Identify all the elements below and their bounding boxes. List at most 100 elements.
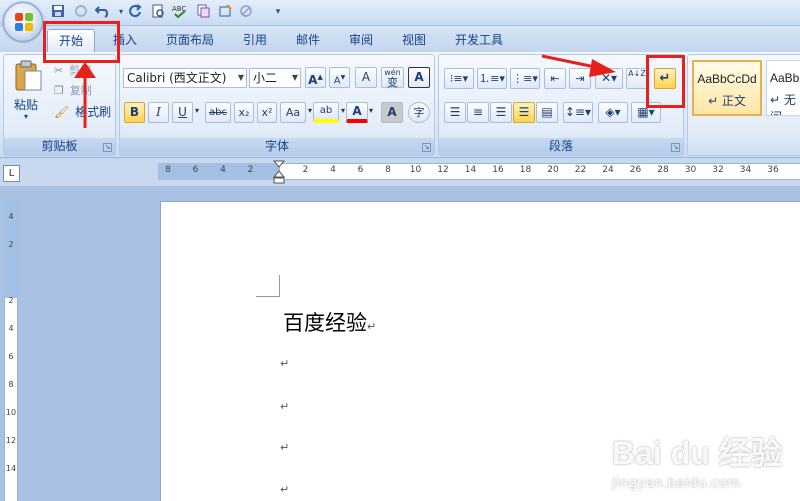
highlight-button[interactable]: ab <box>313 102 339 123</box>
font-group-label: 字体 <box>120 138 434 155</box>
paste-button[interactable]: 粘贴 ▾ <box>10 60 46 128</box>
char-border-button[interactable]: A <box>408 67 430 88</box>
tab-selector-button[interactable]: L <box>3 165 20 182</box>
vruler-tick-label: 4 <box>8 324 14 333</box>
ruler-tick-label: 22 <box>574 165 587 175</box>
align-center-button[interactable]: ≡ <box>467 102 489 123</box>
tab-view[interactable]: 视图 <box>392 29 436 52</box>
insert-icon[interactable] <box>217 4 233 20</box>
annotation-box-home-tab <box>43 21 120 63</box>
paragraph-mark: ↵ <box>367 320 377 333</box>
justify-button[interactable]: ☰ <box>513 102 535 123</box>
tab-mailings[interactable]: 邮件 <box>286 29 330 52</box>
font-color-dropdown-icon[interactable]: ▾ <box>369 106 373 115</box>
phonetic-guide-button[interactable]: wén 变 <box>381 67 404 88</box>
italic-button[interactable]: I <box>148 102 169 123</box>
vruler-tick-label: 4 <box>8 212 14 221</box>
ruler-tick-label: 4 <box>330 165 336 175</box>
style-normal[interactable]: AaBbCcDd ↵ 正文 <box>692 60 762 116</box>
style-normal-sample: AaBbCcDd <box>697 72 757 86</box>
vruler-tick-label: 12 <box>5 436 17 445</box>
multilevel-list-button[interactable]: ⋮≡▾ <box>510 68 540 89</box>
change-case-dropdown-icon[interactable]: ▾ <box>308 106 312 115</box>
copy-icon[interactable] <box>195 4 211 20</box>
undo-icon[interactable] <box>94 4 111 20</box>
line-spacing-icon: ↕≡▾ <box>564 105 592 119</box>
font-name-combo[interactable]: Calibri (西文正文) ▼ <box>123 68 247 88</box>
customize-qat-icon[interactable]: ▾ <box>270 4 286 20</box>
phonetic-char: 变 <box>387 76 398 89</box>
shading-button[interactable]: ◈▾ <box>598 102 628 123</box>
tab-developer[interactable]: 开发工具 <box>445 29 513 52</box>
char-shading-button[interactable]: A <box>381 102 403 123</box>
grow-font-button[interactable]: A▲ <box>305 67 326 88</box>
vruler-tick-label: 14 <box>5 464 17 473</box>
bold-button[interactable]: B <box>124 102 145 123</box>
save-icon[interactable] <box>50 4 66 20</box>
paragraph-mark: ↵ <box>280 483 290 496</box>
ruler-tick-label: 20 <box>547 165 559 175</box>
document-title-text[interactable]: 百度经验↵ <box>283 307 376 337</box>
shrink-font-button[interactable]: A▼ <box>329 67 350 88</box>
subscript-button[interactable]: x₂ <box>234 102 254 123</box>
align-left-button[interactable]: ☰ <box>444 102 466 123</box>
font-size-combo[interactable]: 小二 ▼ <box>249 68 301 88</box>
margin-corner-mark <box>256 296 280 297</box>
highlight-dropdown-icon[interactable]: ▾ <box>341 106 345 115</box>
clear-format-button[interactable]: A <box>355 67 377 88</box>
numbering-button[interactable]: ⒈≡▾ <box>477 68 507 89</box>
distributed-button[interactable]: ▤ <box>536 102 558 123</box>
bullets-button[interactable]: ⁝≡▾ <box>444 68 474 89</box>
style-normal-name: ↵ 正文 <box>708 94 746 108</box>
document-title-value: 百度经验 <box>283 311 367 335</box>
tab-page-layout[interactable]: 页面布局 <box>156 29 224 52</box>
paragraph-mark: ↵ <box>280 441 290 454</box>
tab-references[interactable]: 引用 <box>233 29 277 52</box>
strikethrough-button[interactable]: abc <box>205 102 231 123</box>
sort-button[interactable]: A↓Z <box>626 68 648 89</box>
office-logo-icon <box>15 13 33 31</box>
align-right-button[interactable]: ☰ <box>490 102 512 123</box>
brush-icon: 🖌 <box>54 105 70 119</box>
indent-marker-icon[interactable] <box>272 160 286 184</box>
vruler-tick-label: 2 <box>8 240 14 249</box>
clipboard-launcher-icon[interactable]: ↘ <box>103 143 112 152</box>
paint-bucket-icon: ◈▾ <box>605 105 621 119</box>
watermark-logo: Bai du 经验 <box>612 435 783 471</box>
font-launcher-icon[interactable]: ↘ <box>422 143 431 152</box>
ruler-tick-label: 2 <box>302 165 309 175</box>
sort-icon: A↓Z <box>628 69 646 78</box>
underline-button[interactable]: U <box>172 102 193 123</box>
style-no-spacing[interactable]: AaBb ↵ 无间 <box>766 60 800 116</box>
copy-doc-icon: ❐ <box>54 84 64 97</box>
paragraph-group-label: 段落 <box>439 138 683 155</box>
spelling-icon[interactable]: ABC <box>172 4 188 20</box>
circle-icon[interactable] <box>73 4 89 20</box>
clear-format-icon: A <box>361 70 371 84</box>
office-button[interactable] <box>3 2 43 42</box>
tab-review[interactable]: 审阅 <box>339 29 383 52</box>
paragraph-launcher-icon[interactable]: ↘ <box>671 143 680 152</box>
ruler-tick-label: 10 <box>409 165 422 175</box>
line-spacing-button[interactable]: ↕≡▾ <box>563 102 593 123</box>
draw-icon[interactable] <box>238 4 254 20</box>
paste-dropdown-icon: ▾ <box>24 112 29 121</box>
change-case-button[interactable]: Aa <box>280 102 306 123</box>
justify-icon: ☰ <box>518 105 530 119</box>
font-color-button[interactable]: A <box>346 102 368 123</box>
font-size-value: 小二 <box>253 71 278 85</box>
enclose-char-button[interactable]: 字 <box>408 102 430 123</box>
underline-dropdown-icon[interactable]: ▾ <box>195 106 199 115</box>
distributed-icon: ▤ <box>541 105 553 119</box>
ruler-tick-label: 32 <box>712 165 724 175</box>
char-border-icon: A <box>414 70 424 84</box>
numbering-icon: ⒈≡▾ <box>479 72 505 85</box>
superscript-button[interactable]: x² <box>257 102 277 123</box>
print-preview-icon[interactable] <box>150 4 166 20</box>
ruler-tick-label: 36 <box>767 165 779 175</box>
align-center-icon: ≡ <box>472 105 484 119</box>
align-left-icon: ☰ <box>449 105 461 119</box>
shrink-font-icon: A <box>333 75 341 87</box>
clipboard-group-label: 剪贴板 <box>4 138 115 155</box>
redo-icon[interactable] <box>127 4 143 20</box>
